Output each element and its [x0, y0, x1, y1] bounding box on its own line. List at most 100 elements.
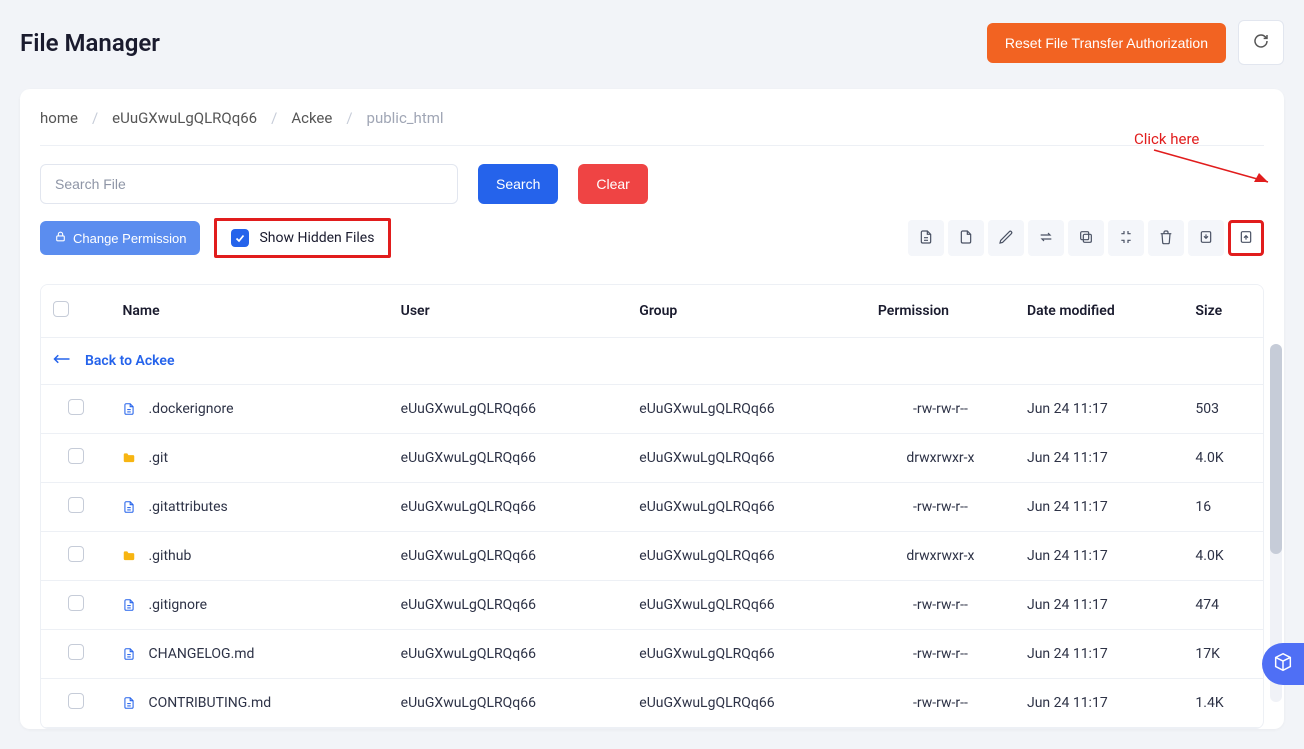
file-permission: -rw-rw-r--: [866, 630, 1015, 679]
search-input[interactable]: [40, 164, 458, 204]
breadcrumb-item[interactable]: Ackee: [291, 109, 332, 127]
file-group: eUuGXwuLgQLRQq66: [627, 679, 866, 728]
show-hidden-checkbox[interactable]: Show Hidden Files: [214, 218, 391, 258]
refresh-icon: [1253, 33, 1269, 52]
folder-icon: [122, 450, 136, 466]
row-checkbox[interactable]: [68, 497, 84, 513]
table-row[interactable]: .gitignore eUuGXwuLgQLRQq66 eUuGXwuLgQLR…: [41, 581, 1263, 630]
file-permission: drwxrwxr-x: [866, 532, 1015, 581]
file-date: Jun 24 11:17: [1015, 679, 1183, 728]
change-permission-button[interactable]: Change Permission: [40, 221, 200, 255]
table-row[interactable]: CONTRIBUTING.md eUuGXwuLgQLRQq66 eUuGXwu…: [41, 679, 1263, 728]
table-row[interactable]: CHANGELOG.md eUuGXwuLgQLRQq66 eUuGXwuLgQ…: [41, 630, 1263, 679]
breadcrumb-item[interactable]: eUuGXwuLgQLRQq66: [112, 109, 257, 127]
column-name: Name: [110, 285, 388, 338]
breadcrumb-item-current: public_html: [367, 109, 444, 127]
edit-button[interactable]: [988, 220, 1024, 256]
file-permission: -rw-rw-r--: [866, 483, 1015, 532]
file-date: Jun 24 11:17: [1015, 434, 1183, 483]
breadcrumb: home / eUuGXwuLgQLRQq66 / Ackee / public…: [40, 109, 1264, 146]
file-size: 503: [1183, 385, 1263, 434]
file-group: eUuGXwuLgQLRQq66: [627, 532, 866, 581]
file-name: CONTRIBUTING.md: [148, 695, 271, 711]
file-user: eUuGXwuLgQLRQq66: [389, 532, 628, 581]
file-group: eUuGXwuLgQLRQq66: [627, 630, 866, 679]
move-button[interactable]: [1028, 220, 1064, 256]
file-user: eUuGXwuLgQLRQq66: [389, 483, 628, 532]
file-table: Name User Group Permission Date modified…: [41, 285, 1263, 728]
compress-button[interactable]: [1108, 220, 1144, 256]
file-text-icon: [918, 229, 934, 248]
file-permission: -rw-rw-r--: [866, 385, 1015, 434]
file-group: eUuGXwuLgQLRQq66: [627, 385, 866, 434]
table-row[interactable]: .gitattributes eUuGXwuLgQLRQq66 eUuGXwuL…: [41, 483, 1263, 532]
new-document-button[interactable]: [948, 220, 984, 256]
reset-authorization-button[interactable]: Reset File Transfer Authorization: [987, 23, 1226, 63]
file-size: 1.4K: [1183, 679, 1263, 728]
file-user: eUuGXwuLgQLRQq66: [389, 630, 628, 679]
file-size: 4.0K: [1183, 532, 1263, 581]
file-icon: [958, 229, 974, 248]
pencil-icon: [998, 229, 1014, 248]
scrollbar-thumb[interactable]: [1270, 344, 1282, 554]
new-file-button[interactable]: [908, 220, 944, 256]
row-checkbox[interactable]: [68, 399, 84, 415]
lock-icon: [54, 230, 67, 246]
row-checkbox[interactable]: [68, 448, 84, 464]
back-row[interactable]: Back to Ackee: [41, 338, 1263, 385]
compress-icon: [1118, 229, 1134, 248]
checkbox-checked-icon: [231, 229, 249, 247]
page-title: File Manager: [20, 29, 160, 57]
file-permission: drwxrwxr-x: [866, 434, 1015, 483]
file-name: .github: [148, 548, 191, 564]
file-icon: [122, 695, 136, 711]
file-group: eUuGXwuLgQLRQq66: [627, 434, 866, 483]
file-user: eUuGXwuLgQLRQq66: [389, 679, 628, 728]
column-date: Date modified: [1015, 285, 1183, 338]
table-row[interactable]: .dockerignore eUuGXwuLgQLRQq66 eUuGXwuLg…: [41, 385, 1263, 434]
table-row[interactable]: .github eUuGXwuLgQLRQq66 eUuGXwuLgQLRQq6…: [41, 532, 1263, 581]
delete-button[interactable]: [1148, 220, 1184, 256]
file-user: eUuGXwuLgQLRQq66: [389, 385, 628, 434]
folder-icon: [122, 548, 136, 564]
swap-icon: [1038, 229, 1054, 248]
copy-button[interactable]: [1068, 220, 1104, 256]
file-size: 16: [1183, 483, 1263, 532]
file-name: .git: [148, 450, 168, 466]
arrow-left-icon: [53, 352, 71, 370]
row-checkbox[interactable]: [68, 546, 84, 562]
file-permission: -rw-rw-r--: [866, 679, 1015, 728]
search-button[interactable]: Search: [478, 164, 558, 204]
file-group: eUuGXwuLgQLRQq66: [627, 581, 866, 630]
separator-icon: /: [92, 109, 98, 127]
refresh-button[interactable]: [1238, 20, 1284, 65]
row-checkbox[interactable]: [68, 595, 84, 611]
file-size: 17K: [1183, 630, 1263, 679]
clear-button[interactable]: Clear: [578, 164, 647, 204]
file-icon: [122, 499, 136, 515]
file-size: 4.0K: [1183, 434, 1263, 483]
file-name: .gitattributes: [148, 499, 227, 515]
separator-icon: /: [271, 109, 277, 127]
file-user: eUuGXwuLgQLRQq66: [389, 434, 628, 483]
file-name: CHANGELOG.md: [148, 646, 254, 662]
download-button[interactable]: [1188, 220, 1224, 256]
file-name: .gitignore: [148, 597, 207, 613]
file-date: Jun 24 11:17: [1015, 581, 1183, 630]
file-date: Jun 24 11:17: [1015, 385, 1183, 434]
upload-button[interactable]: [1228, 220, 1264, 256]
download-icon: [1198, 229, 1214, 248]
file-name: .dockerignore: [148, 401, 233, 417]
trash-icon: [1158, 229, 1174, 248]
file-icon: [122, 646, 136, 662]
file-permission: -rw-rw-r--: [866, 581, 1015, 630]
file-date: Jun 24 11:17: [1015, 483, 1183, 532]
breadcrumb-item[interactable]: home: [40, 109, 78, 127]
table-row[interactable]: .git eUuGXwuLgQLRQq66 eUuGXwuLgQLRQq66 d…: [41, 434, 1263, 483]
row-checkbox[interactable]: [68, 644, 84, 660]
upload-icon: [1238, 229, 1254, 248]
separator-icon: /: [346, 109, 352, 127]
support-badge[interactable]: [1262, 643, 1304, 685]
select-all-checkbox[interactable]: [53, 301, 69, 317]
column-size: Size: [1183, 285, 1263, 338]
